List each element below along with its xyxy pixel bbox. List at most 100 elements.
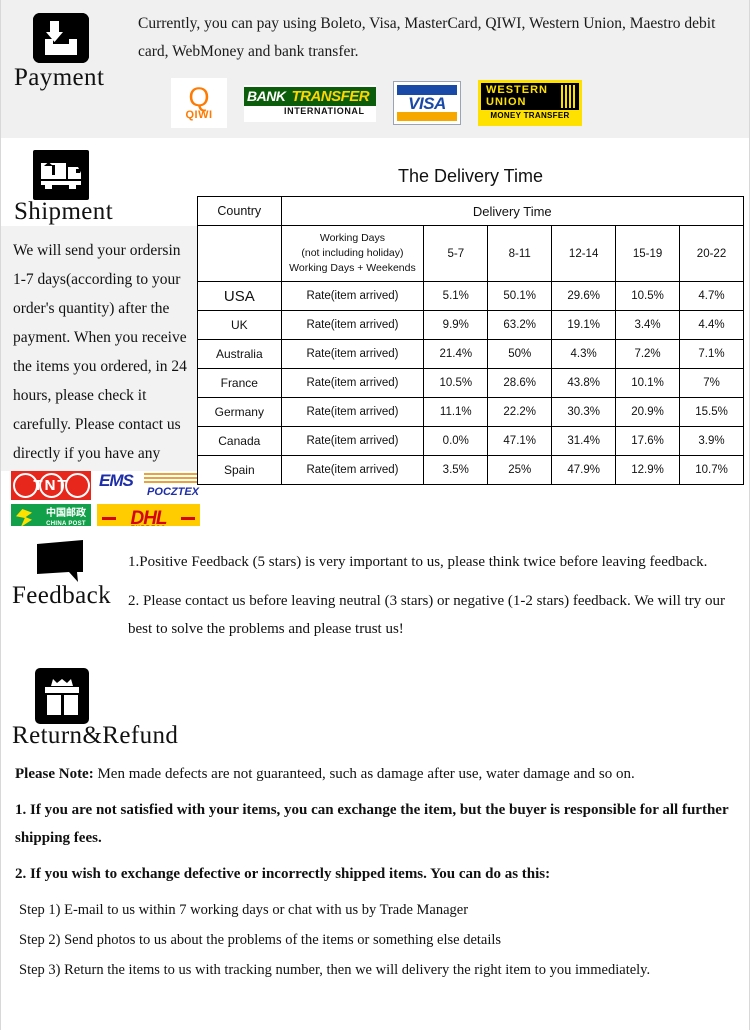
feedback-section: Feedback 1.Positive Feedback (5 stars) i… [1, 526, 749, 654]
cell-rate-value: 3.5% [423, 455, 489, 485]
cell-rate-value: 3.4% [615, 310, 681, 340]
cell-rate-value: 4.4% [679, 310, 744, 340]
cell-rate-value: 21.4% [423, 339, 489, 369]
cell-rate-value: 47.9% [551, 455, 617, 485]
cell-rate-value: 10.5% [423, 368, 489, 398]
return-refund-title: Return&Refund [12, 722, 179, 749]
cell-country: Canada [197, 426, 282, 456]
header-range-3: 15-19 [615, 225, 681, 282]
table-row: UK Rate(item arrived) 9.9% 63.2% 19.1% 3.4% 4.… [197, 310, 744, 340]
bank-transfer-logo: BANK TRANSFER INTERNATIONAL [244, 84, 376, 122]
header-country: Country [197, 196, 282, 226]
header-blank [197, 225, 282, 282]
delivery-time-table: Country Delivery Time Working Days (not inc… [197, 196, 745, 485]
cell-rate-value: 12.9% [615, 455, 681, 485]
cell-country: Germany [197, 397, 282, 427]
cell-rate-value: 7.1% [679, 339, 744, 369]
table-header-row-1: Country Delivery Time [197, 196, 745, 226]
return-note: Please Note: Men made defects are not gu… [15, 760, 749, 788]
bank-transfer-word1: BANK [244, 86, 289, 106]
bank-transfer-sub: INTERNATIONAL [284, 105, 365, 116]
shipment-title: Shipment [14, 198, 114, 225]
table-row: Spain Rate(item arrived) 3.5% 25% 47.9% 12.9%… [197, 455, 744, 485]
cell-rate-label: Rate(item arrived) [280, 455, 425, 485]
shipment-description: We will send your ordersin 1-7 days(acco… [1, 226, 197, 491]
cell-country: France [197, 368, 282, 398]
table-row: Germany Rate(item arrived) 11.1% 22.2% 30.3%… [197, 397, 744, 427]
cell-rate-value: 10.1% [615, 368, 681, 398]
western-union-block: WESTERN UNION [481, 83, 579, 110]
shipment-body: We will send your ordersin 1-7 days(acco… [1, 166, 749, 533]
return-step-1: Step 1) E-mail to us within 7 working da… [19, 902, 469, 918]
bank-transfer-word2: TRANSFER [288, 86, 376, 106]
western-union-bars-icon [561, 85, 575, 108]
feedback-line-2: 2. Please contact us before leaving neut… [128, 593, 726, 637]
cell-rate-value: 11.1% [423, 397, 489, 427]
cell-rate-value: 30.3% [551, 397, 617, 427]
table-row: USA Rate(item arrived) 5.1% 50.1% 29.6% 10.5%… [197, 281, 744, 311]
china-post-mark-icon [16, 509, 32, 527]
western-union-word1: WESTERN [486, 84, 548, 96]
table-header-row-2: Working Days (not including holiday) Worki… [197, 225, 744, 282]
cell-country: USA [197, 281, 282, 311]
cell-rate-value: 7% [679, 368, 744, 398]
cell-rate-value: 25% [487, 455, 553, 485]
gift-box-icon [35, 668, 89, 724]
cell-rate-label: Rate(item arrived) [280, 426, 425, 456]
cell-rate-value: 10.7% [679, 455, 744, 485]
download-box-icon [33, 13, 89, 63]
return-point-1: 1. If you are not satisfied with your it… [15, 802, 729, 846]
return-note-bold: Please Note: [15, 766, 94, 782]
dhl-dash-right [181, 517, 195, 520]
cell-rate-value: 29.6% [551, 281, 617, 311]
speech-bubble-icon [31, 538, 89, 584]
table-row: Australia Rate(item arrived) 21.4% 50% 4.3% 7… [197, 339, 744, 369]
qiwi-label: QIWI [185, 109, 213, 121]
feedback-text: 1.Positive Feedback (5 stars) is very im… [128, 548, 738, 654]
cell-rate-value: 19.1% [551, 310, 617, 340]
payment-title: Payment [14, 64, 105, 91]
header-working-days: Working Days (not including holiday) Worki… [280, 225, 425, 282]
return-step-3: Step 3) Return the items to us with trac… [19, 962, 651, 978]
payment-section: Payment Currently, you can pay using Bol… [1, 0, 749, 138]
header-range-4: 20-22 [679, 225, 744, 282]
cell-rate-label: Rate(item arrived) [280, 310, 425, 340]
cell-rate-value: 7.2% [615, 339, 681, 369]
ems-stripes-icon [144, 473, 200, 485]
return-step-2: Step 2) Send photos to us about the prob… [19, 932, 502, 948]
cell-rate-value: 50.1% [487, 281, 553, 311]
cell-rate-value: 4.7% [679, 281, 744, 311]
cell-rate-value: 43.8% [551, 368, 617, 398]
header-delivery-time: Delivery Time [280, 196, 745, 226]
ems-pocztex-logo: EMS POCZTEX [97, 471, 200, 500]
visa-bottom-bar [397, 112, 457, 121]
cell-country: Australia [197, 339, 282, 369]
tnt-logo: TNT [11, 471, 91, 500]
cell-rate-label: Rate(item arrived) [280, 368, 425, 398]
cell-country: UK [197, 310, 282, 340]
cell-rate-label: Rate(item arrived) [280, 397, 425, 427]
cell-rate-value: 15.5% [679, 397, 744, 427]
header-range-0: 5-7 [423, 225, 489, 282]
cell-rate-value: 10.5% [615, 281, 681, 311]
cell-country: Spain [197, 455, 282, 485]
table-row: France Rate(item arrived) 10.5% 28.6% 43.8% 1… [197, 368, 744, 398]
cell-rate-value: 63.2% [487, 310, 553, 340]
payment-logos: Q QIWI BANK TRANSFER INTERNATIONAL VISA … [171, 78, 582, 128]
cell-rate-value: 4.3% [551, 339, 617, 369]
delivery-truck-icon [33, 150, 89, 200]
visa-logo: VISA [393, 81, 461, 125]
cell-rate-value: 9.9% [423, 310, 489, 340]
ems-label: EMS [99, 471, 134, 490]
western-union-sub: MONEY TRANSFER [490, 111, 570, 120]
cell-rate-value: 31.4% [551, 426, 617, 456]
cell-rate-value: 0.0% [423, 426, 489, 456]
delivery-table-body: Country Delivery Time Working Days (not inc… [197, 196, 745, 485]
western-union-logo: WESTERN UNION MONEY TRANSFER [478, 80, 582, 126]
cell-rate-label: Rate(item arrived) [280, 281, 425, 311]
header-range-1: 8-11 [487, 225, 553, 282]
return-refund-text: Please Note: Men made defects are not gu… [1, 654, 749, 984]
return-note-text: Men made defects are not guaranteed, suc… [93, 766, 635, 782]
delivery-table-container: The Delivery Time Country Delivery Time Wo… [197, 166, 745, 485]
shipping-policy-page: Payment Currently, you can pay using Bol… [0, 0, 750, 1030]
